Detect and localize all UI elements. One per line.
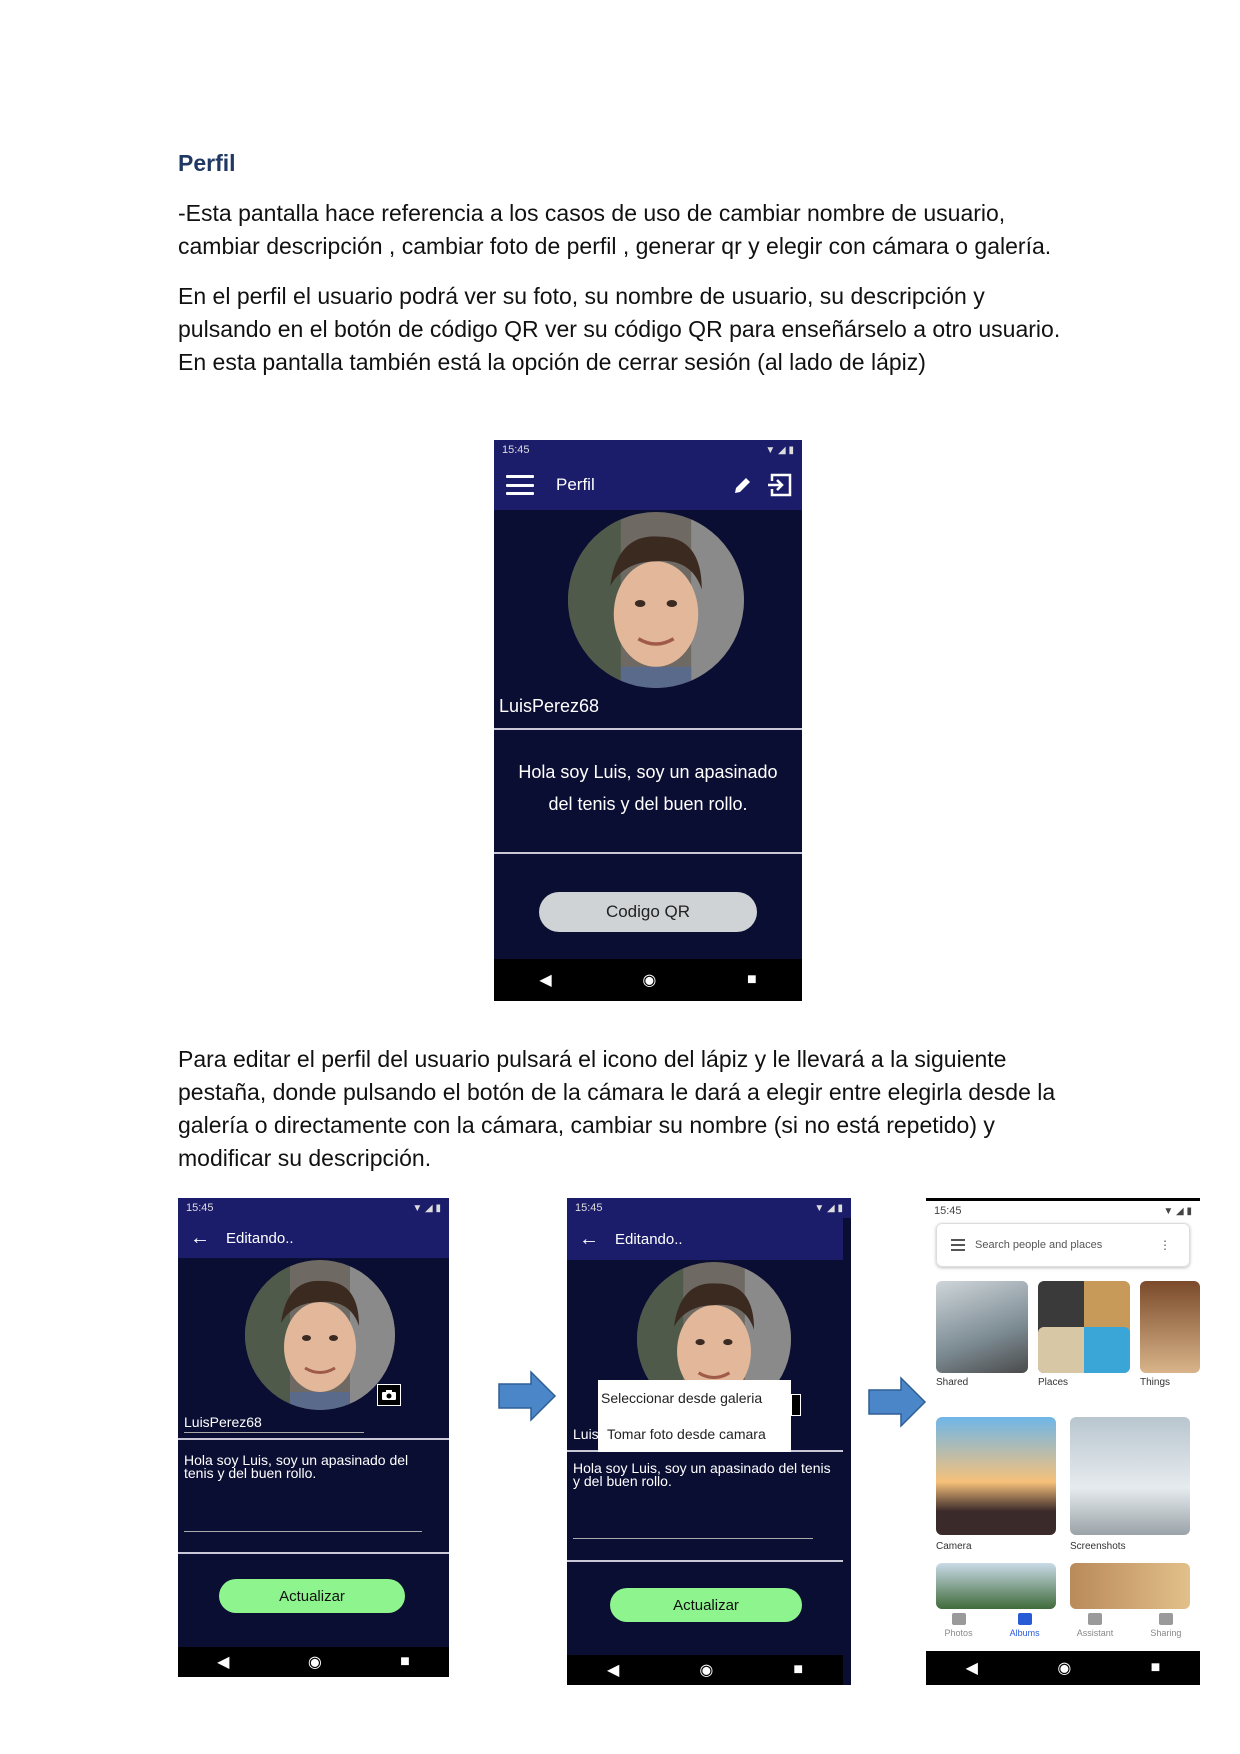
username-field[interactable]: LuisPerez68 bbox=[184, 1414, 262, 1430]
status-icons: ▼ ◢ ▮ bbox=[814, 1202, 843, 1214]
android-nav-bar: ◀ ◉ ■ bbox=[926, 1651, 1200, 1685]
field-underline bbox=[573, 1538, 813, 1539]
description-field[interactable]: Hola soy Luis, soy un apasinado del teni… bbox=[573, 1461, 831, 1488]
album-shared-thumbnail[interactable] bbox=[936, 1281, 1028, 1373]
divider bbox=[567, 1560, 843, 1562]
app-bar: ← Editando.. bbox=[567, 1218, 843, 1260]
user-description: Hola soy Luis, soy un apasinado del teni… bbox=[518, 762, 778, 814]
sharing-icon bbox=[1158, 1613, 1173, 1625]
menu-icon[interactable] bbox=[951, 1239, 965, 1251]
album-thumbnail[interactable] bbox=[936, 1563, 1056, 1609]
android-nav-bar: ◀ ◉ ■ bbox=[178, 1647, 449, 1677]
status-time: 15:45 bbox=[186, 1202, 214, 1214]
tab-albums[interactable]: Albums bbox=[1010, 1609, 1040, 1651]
back-nav-icon[interactable]: ◀ bbox=[607, 1660, 619, 1680]
search-placeholder: Search people and places bbox=[975, 1239, 1103, 1251]
profile-photo bbox=[245, 1260, 395, 1410]
home-nav-icon[interactable]: ◉ bbox=[1057, 1658, 1071, 1678]
description-field[interactable]: Hola soy Luis, soy un apasinado del teni… bbox=[184, 1453, 429, 1480]
photos-icon bbox=[951, 1613, 966, 1625]
album-places-thumbnail-bottom bbox=[1038, 1327, 1130, 1373]
field-underline bbox=[184, 1432, 364, 1433]
tab-assistant[interactable]: Assistant bbox=[1077, 1609, 1113, 1651]
album-label: Camera bbox=[936, 1541, 972, 1552]
pencil-icon[interactable] bbox=[732, 474, 754, 496]
update-button[interactable]: Actualizar bbox=[610, 1588, 802, 1622]
field-underline bbox=[184, 1531, 422, 1532]
edit-profile-photo-menu-screenshot: 15:45 ▼ ◢ ▮ ← Editando.. Luis Hola soy L… bbox=[567, 1198, 851, 1685]
android-nav-bar: ◀ ◉ ■ bbox=[567, 1655, 843, 1685]
screen-title: Editando.. bbox=[615, 1230, 683, 1248]
recents-nav-icon[interactable]: ■ bbox=[400, 1653, 410, 1671]
divider bbox=[494, 852, 802, 854]
back-arrow-icon[interactable]: ← bbox=[579, 1228, 599, 1251]
album-screenshots-thumbnail[interactable] bbox=[1070, 1417, 1190, 1535]
back-nav-icon[interactable]: ◀ bbox=[966, 1658, 978, 1678]
take-photo-option[interactable]: Tomar foto desde camara bbox=[598, 1416, 791, 1452]
assistant-icon bbox=[1088, 1613, 1103, 1625]
menu-icon[interactable] bbox=[506, 475, 534, 495]
album-camera-thumbnail[interactable] bbox=[936, 1417, 1056, 1535]
album-label: Things bbox=[1140, 1377, 1171, 1388]
gallery-screenshot: 15:45 ▼ ◢ ▮ Search people and places ⋮ S… bbox=[926, 1198, 1200, 1685]
username-field[interactable]: Luis bbox=[573, 1426, 599, 1442]
status-bar: 15:45 ▼ ◢ ▮ bbox=[567, 1198, 851, 1218]
status-time: 15:45 bbox=[502, 444, 530, 456]
intro-paragraph: -Esta pantalla hace referencia a los cas… bbox=[178, 200, 1052, 259]
search-bar[interactable]: Search people and places ⋮ bbox=[936, 1223, 1190, 1267]
flow-arrow-icon bbox=[868, 1376, 927, 1428]
profile-description-paragraph: En el perfil el usuario podrá ver su fot… bbox=[178, 283, 1061, 375]
home-nav-icon[interactable]: ◉ bbox=[308, 1652, 322, 1672]
profile-photo bbox=[568, 512, 744, 688]
tab-photos[interactable]: Photos bbox=[945, 1609, 973, 1651]
status-icons: ▼ ◢ ▮ bbox=[412, 1202, 441, 1214]
divider bbox=[178, 1552, 449, 1554]
edit-description-paragraph: Para editar el perfil del usuario pulsar… bbox=[178, 1046, 1056, 1171]
status-icons: ▼ ◢ ▮ bbox=[1163, 1205, 1192, 1217]
edit-profile-screenshot: 15:45 ▼ ◢ ▮ ← Editando.. LuisPerez68 Hol… bbox=[178, 1198, 449, 1677]
app-bar: ← Editando.. bbox=[178, 1218, 449, 1258]
screen-title: Editando.. bbox=[226, 1229, 294, 1247]
album-thumbnail[interactable] bbox=[1070, 1563, 1190, 1609]
album-things-thumbnail[interactable] bbox=[1140, 1281, 1200, 1373]
android-nav-bar: ◀ ◉ ■ bbox=[494, 959, 802, 1001]
home-nav-icon[interactable]: ◉ bbox=[642, 970, 656, 990]
update-button[interactable]: Actualizar bbox=[219, 1579, 405, 1613]
recents-nav-icon[interactable]: ■ bbox=[747, 971, 757, 989]
app-bar: Perfil bbox=[494, 460, 802, 510]
divider bbox=[494, 728, 802, 730]
flow-arrow-icon bbox=[498, 1370, 557, 1422]
status-icons: ▼ ◢ ▮ bbox=[765, 444, 794, 456]
status-time: 15:45 bbox=[575, 1202, 603, 1214]
home-nav-icon[interactable]: ◉ bbox=[699, 1660, 713, 1680]
divider bbox=[178, 1438, 449, 1440]
album-label: Shared bbox=[936, 1377, 969, 1388]
camera-icon bbox=[382, 1390, 396, 1400]
camera-button[interactable] bbox=[377, 1384, 401, 1406]
username-label: LuisPerez68 bbox=[499, 696, 600, 716]
photo-source-popup: Seleccionar desde galeria Tomar foto des… bbox=[598, 1380, 791, 1452]
tab-sharing[interactable]: Sharing bbox=[1150, 1609, 1181, 1651]
status-bar: 15:45 ▼ ◢ ▮ bbox=[926, 1201, 1200, 1221]
logout-icon[interactable] bbox=[766, 473, 792, 497]
status-bar: 15:45 ▼ ◢ ▮ bbox=[178, 1198, 449, 1218]
back-nav-icon[interactable]: ◀ bbox=[539, 970, 551, 990]
bottom-tab-bar: Photos Albums Assistant Sharing bbox=[926, 1609, 1200, 1651]
qr-code-button[interactable]: Codigo QR bbox=[539, 892, 757, 932]
select-from-gallery-option[interactable]: Seleccionar desde galeria bbox=[598, 1380, 791, 1416]
recents-nav-icon[interactable]: ■ bbox=[1151, 1659, 1161, 1677]
album-label: Screenshots bbox=[1070, 1541, 1126, 1552]
back-arrow-icon[interactable]: ← bbox=[190, 1227, 210, 1250]
albums-icon bbox=[1017, 1613, 1032, 1625]
album-label: Places bbox=[1038, 1377, 1069, 1388]
more-options-icon[interactable]: ⋮ bbox=[1159, 1238, 1171, 1252]
screen-title: Perfil bbox=[556, 475, 595, 494]
section-heading: Perfil bbox=[178, 150, 236, 176]
profile-screenshot: 15:45 ▼ ◢ ▮ Perfil LuisPerez68 Hola soy … bbox=[494, 440, 802, 1001]
camera-button[interactable] bbox=[791, 1394, 801, 1416]
status-bar: 15:45 ▼ ◢ ▮ bbox=[494, 440, 802, 460]
back-nav-icon[interactable]: ◀ bbox=[217, 1652, 229, 1672]
status-time: 15:45 bbox=[934, 1205, 962, 1217]
recents-nav-icon[interactable]: ■ bbox=[793, 1661, 803, 1679]
